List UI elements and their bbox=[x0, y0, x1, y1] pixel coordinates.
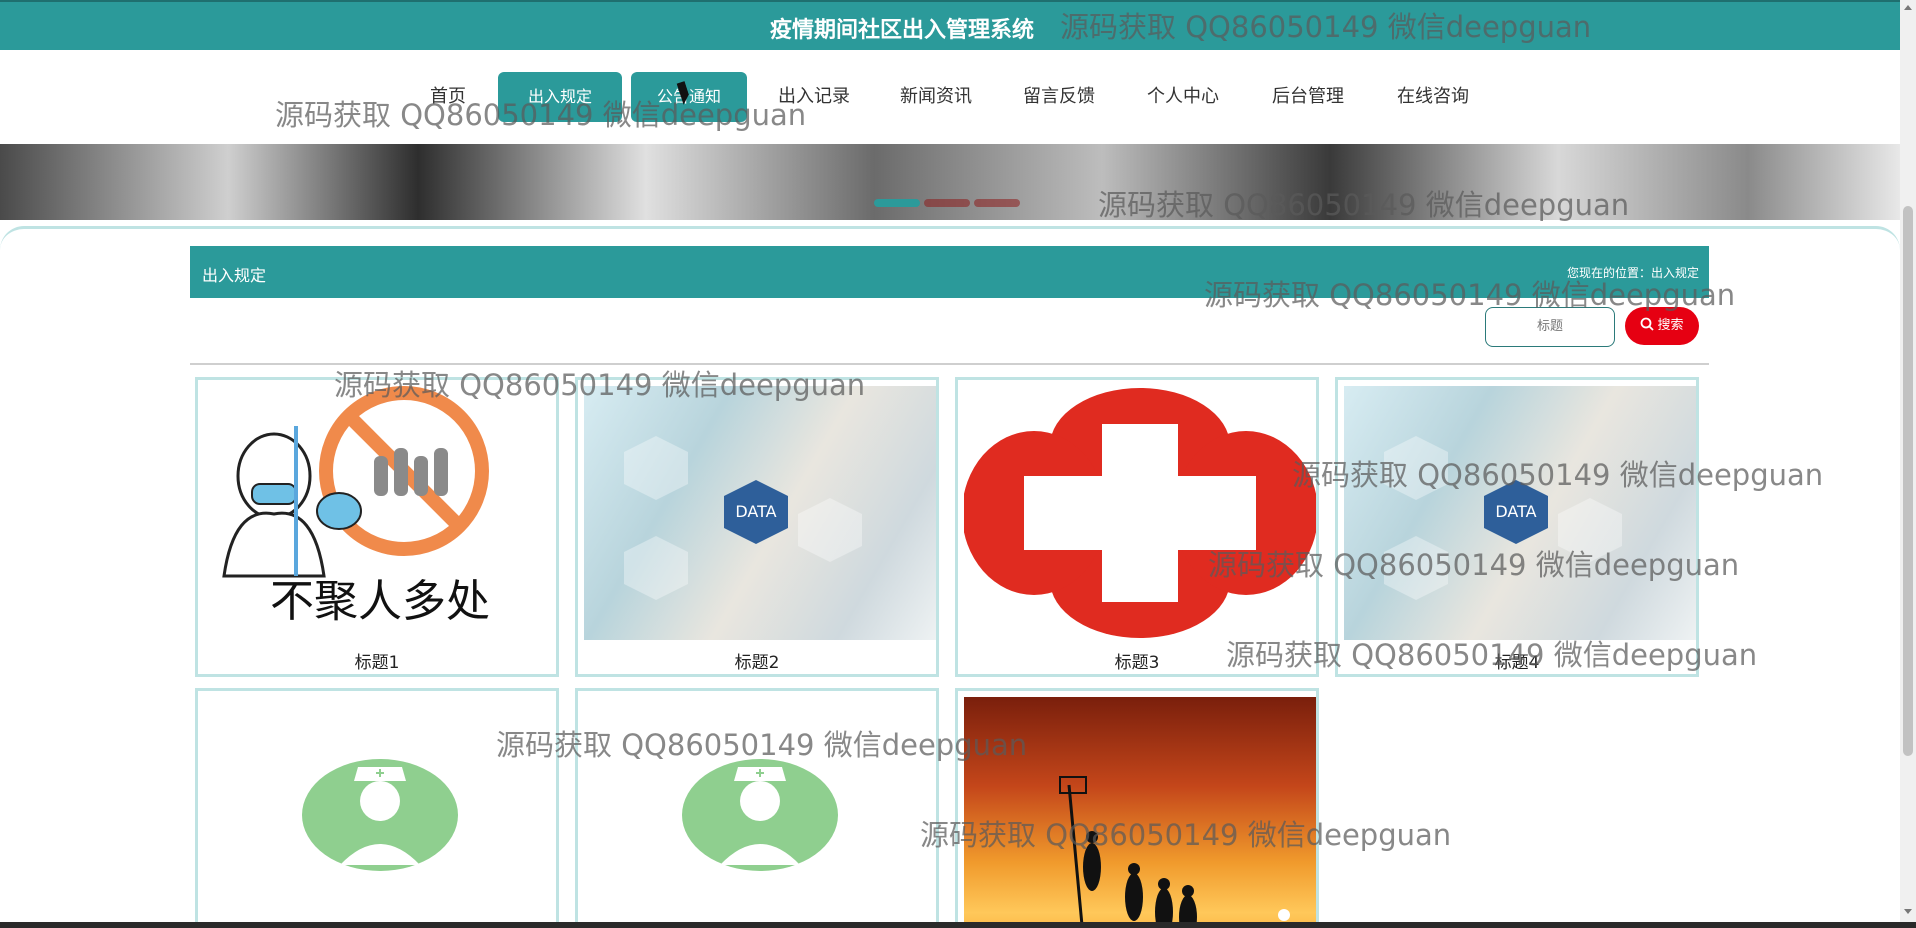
search-input[interactable]: 标题 bbox=[1485, 307, 1615, 347]
app-title: 疫情期间社区出入管理系统 bbox=[770, 18, 1035, 43]
section-title: 出入规定 bbox=[202, 266, 267, 285]
breadcrumb: 您现在的位置：出入规定 bbox=[1566, 266, 1699, 280]
search-button-label: 搜索 bbox=[1657, 318, 1684, 333]
basketball-sunset-image bbox=[964, 697, 1316, 928]
nav-online-consult[interactable]: 在线咨询 bbox=[1393, 72, 1473, 122]
card-title: 标题3 bbox=[1114, 653, 1160, 673]
doctor-avatar-image bbox=[204, 697, 556, 928]
section-header: 出入规定 您现在的位置：出入规定 bbox=[190, 246, 1709, 298]
doctor-avatar-image bbox=[584, 697, 936, 928]
carousel-dot[interactable] bbox=[924, 199, 970, 207]
title-bar: 疫情期间社区出入管理系统 bbox=[0, 0, 1900, 50]
nav-admin[interactable]: 后台管理 bbox=[1268, 72, 1348, 122]
card-item[interactable] bbox=[195, 688, 559, 928]
medical-data-image: DATA bbox=[584, 386, 936, 640]
medical-data-image: DATA bbox=[1344, 386, 1696, 640]
card-item[interactable]: DATA 标题4 bbox=[1335, 377, 1699, 677]
search-button[interactable]: 搜索 bbox=[1625, 307, 1699, 345]
search-icon bbox=[1641, 317, 1655, 331]
card-item[interactable] bbox=[575, 688, 939, 928]
carousel-dots bbox=[874, 192, 1024, 211]
divider bbox=[190, 363, 1709, 365]
scroll-up-icon[interactable] bbox=[1904, 5, 1912, 10]
carousel-dot[interactable] bbox=[874, 199, 920, 207]
nav-news[interactable]: 新闻资讯 bbox=[896, 72, 976, 122]
nav-entry-rules[interactable]: 出入规定 bbox=[498, 72, 622, 122]
card-item[interactable]: DATA 标题2 bbox=[575, 377, 939, 677]
card-title: 标题4 bbox=[1494, 653, 1540, 673]
svg-text:不聚人多处: 不聚人多处 bbox=[270, 576, 490, 627]
scrollbar-thumb[interactable] bbox=[1903, 206, 1913, 756]
nav-entry-records[interactable]: 出入记录 bbox=[774, 72, 854, 122]
nav-home[interactable]: 首页 bbox=[426, 72, 470, 122]
page: 疫情期间社区出入管理系统 首页 出入规定 公告通知 出入记录 新闻资讯 留言反馈… bbox=[0, 0, 1916, 928]
card-title: 标题1 bbox=[354, 653, 400, 673]
card-item[interactable]: 标题3 bbox=[955, 377, 1319, 677]
no-gathering-image: 不聚人多处 bbox=[204, 386, 556, 640]
card-item[interactable] bbox=[955, 688, 1319, 928]
window-bottom-edge bbox=[0, 922, 1916, 928]
carousel-dot[interactable] bbox=[974, 199, 1020, 207]
vertical-scrollbar[interactable] bbox=[1900, 0, 1916, 928]
main-nav: 首页 出入规定 公告通知 出入记录 新闻资讯 留言反馈 个人中心 后台管理 在线… bbox=[0, 50, 1900, 144]
banner-carousel bbox=[0, 144, 1900, 220]
card-item[interactable]: 不聚人多处 标题1 bbox=[195, 377, 559, 677]
card-title: 标题2 bbox=[734, 653, 780, 673]
red-cross-image bbox=[964, 386, 1316, 640]
nav-personal-center[interactable]: 个人中心 bbox=[1143, 72, 1223, 122]
scroll-down-icon[interactable] bbox=[1904, 909, 1912, 914]
nav-feedback[interactable]: 留言反馈 bbox=[1019, 72, 1099, 122]
